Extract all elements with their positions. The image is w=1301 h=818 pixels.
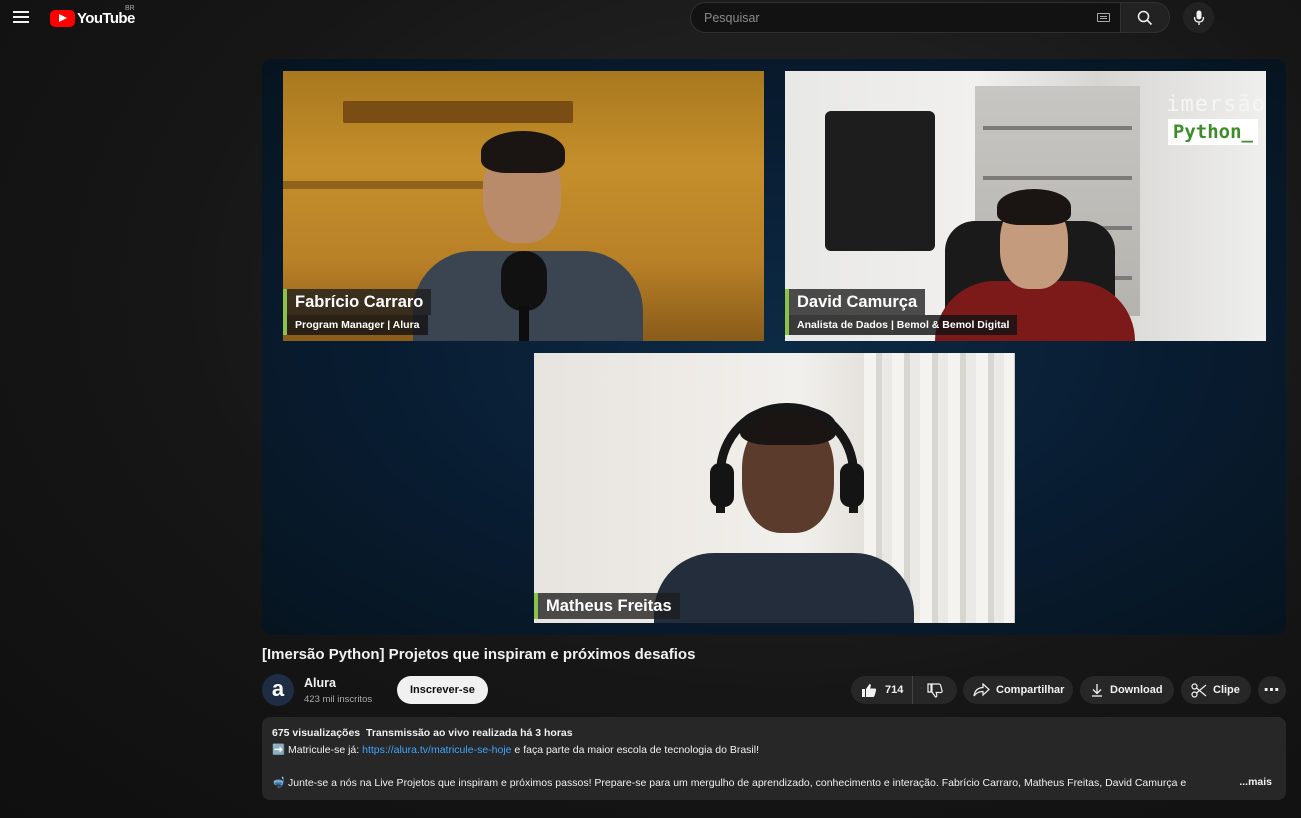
monitor-background	[825, 111, 935, 251]
video-title: [Imersão Python] Projetos que inspiram e…	[262, 646, 696, 663]
search-input[interactable]	[690, 2, 1120, 33]
lower-third-1: Fabrício Carraro Program Manager | Alura	[283, 289, 432, 335]
description-text: e faça parte da maior escola de tecnolog…	[511, 744, 759, 756]
participant-name: David Camurça	[785, 289, 926, 315]
stream-date: Transmissão ao vivo realizada há 3 horas	[366, 727, 573, 739]
search-icon	[1137, 10, 1153, 25]
shelf-background	[343, 101, 573, 123]
share-icon	[973, 683, 990, 697]
camera-feed-3: Matheus Freitas	[534, 353, 1015, 623]
brand-top-text: imersão	[1166, 92, 1266, 117]
more-icon: ⋯	[1263, 682, 1281, 699]
participant-name: Matheus Freitas	[534, 593, 680, 619]
subscriber-count: 423 mil inscritos	[304, 694, 373, 705]
thumbs-down-icon	[927, 682, 943, 698]
brand-bottom-text: Python_	[1167, 119, 1258, 145]
play-logo-icon	[50, 9, 75, 27]
top-bar: YouTube BR	[0, 0, 1301, 36]
download-icon	[1092, 684, 1102, 697]
microphone-icon	[1193, 10, 1204, 25]
enroll-link[interactable]: https://alura.tv/matricule-se-hoje	[362, 744, 511, 756]
menu-icon[interactable]	[11, 8, 31, 28]
camera-feed-1: Fabrício Carraro Program Manager | Alura	[283, 71, 764, 341]
participant-name: Fabrício Carraro	[283, 289, 432, 315]
description-line-1: ➡️ Matricule-se já: https://alura.tv/mat…	[272, 743, 1276, 756]
channel-avatar[interactable]: a	[262, 674, 294, 706]
like-button[interactable]: 714	[851, 676, 913, 704]
logo-text: YouTube	[77, 9, 135, 27]
clip-label: Clipe	[1213, 684, 1240, 696]
voice-search-button[interactable]	[1183, 2, 1214, 33]
video-player[interactable]: Fabrício Carraro Program Manager | Alura…	[262, 59, 1286, 635]
camera-feed-2: imersão Python_ David Camurça Analista d…	[785, 71, 1266, 341]
share-label: Compartilhar	[996, 684, 1065, 696]
wall-shadow	[283, 181, 483, 189]
clip-button[interactable]: Clipe	[1181, 676, 1251, 704]
show-more-link[interactable]: ...mais	[1239, 776, 1272, 788]
dislike-button[interactable]	[913, 676, 957, 704]
youtube-logo[interactable]: YouTube BR	[50, 5, 135, 28]
description-line-2: 🤿 Junte-se a nós na Live Projetos que in…	[272, 777, 1187, 789]
description-text: ➡️ Matricule-se já:	[272, 744, 363, 756]
description-meta: 675 visualizações Transmissão ao vivo re…	[272, 727, 1276, 739]
participant-role: Analista de Dados | Bemol & Bemol Digita…	[785, 315, 1018, 335]
download-button[interactable]: Download	[1080, 676, 1174, 704]
country-code: BR	[125, 5, 135, 12]
keyboard-icon[interactable]	[1097, 13, 1110, 22]
channel-row: a Alura 423 mil inscritos Inscrever-se 7…	[262, 674, 1286, 706]
subscribe-button[interactable]: Inscrever-se	[397, 676, 488, 704]
search-button[interactable]	[1120, 2, 1170, 33]
view-count: 675 visualizações	[272, 727, 361, 739]
like-count: 714	[885, 684, 904, 696]
channel-name[interactable]: Alura	[304, 676, 336, 690]
share-button[interactable]: Compartilhar	[963, 676, 1073, 704]
imersao-python-logo: imersão Python_	[1156, 94, 1266, 145]
description-box[interactable]: 675 visualizações Transmissão ao vivo re…	[262, 717, 1286, 800]
participant-role: Program Manager | Alura	[283, 315, 428, 335]
search-bar	[690, 2, 1170, 33]
more-actions-button[interactable]: ⋯	[1258, 676, 1286, 704]
lower-third-2: David Camurça Analista de Dados | Bemol …	[785, 289, 1018, 335]
like-dislike-group: 714	[851, 676, 957, 704]
thumbs-up-icon	[862, 683, 877, 697]
lower-third-3: Matheus Freitas	[534, 593, 680, 619]
download-label: Download	[1110, 684, 1163, 696]
scissors-icon	[1191, 682, 1207, 698]
